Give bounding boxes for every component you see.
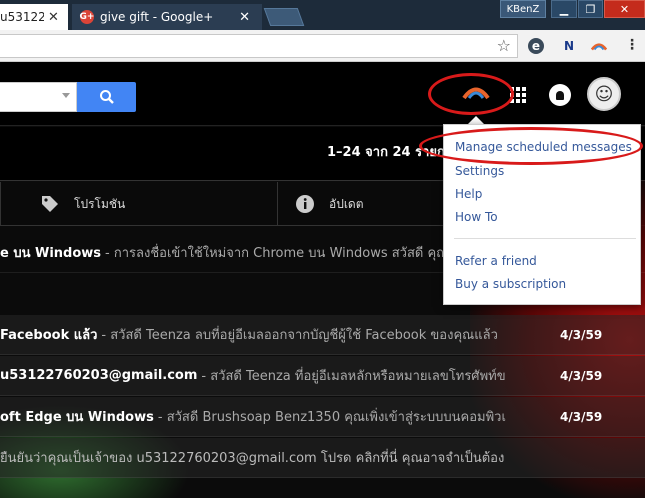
menu-item-how-to[interactable]: How To <box>455 210 498 224</box>
tab-title: give gift - Google+ <box>100 10 214 24</box>
info-icon <box>295 194 315 214</box>
boomerang-extension-icon[interactable] <box>591 38 607 54</box>
mail-date: 4/3/59 <box>560 368 603 383</box>
divider <box>277 182 278 226</box>
close-icon[interactable]: ✕ <box>239 10 250 25</box>
list-item[interactable]: u53122760203@gmail.com - สวัสดี Teenza ท… <box>0 356 645 396</box>
new-tab-button[interactable] <box>263 8 305 26</box>
window-close-button[interactable]: ✕ <box>604 0 645 18</box>
mail-snippet: - การลงชื่อเข้าใช้ใหม่จาก Chrome บน Wind… <box>105 246 449 261</box>
tab-label: โปรโมชัน <box>74 196 126 211</box>
list-item[interactable]: ยืนยันว่าคุณเป็นเจ้าของ u53122760203@gma… <box>0 438 645 478</box>
browser-toolbar: ☆ e N ⋮ <box>0 30 645 62</box>
pager-count: 1–24 จาก 24 รายการ <box>327 145 460 160</box>
menu-item-help[interactable]: Help <box>455 187 482 201</box>
mail-snippet: - สวัสดี Brushsoap Benz1350 คุณเพิ่งเข้า… <box>157 410 506 425</box>
tab-updates[interactable]: อัปเดต <box>295 182 364 226</box>
e-icon[interactable]: e <box>528 38 544 54</box>
tab-promotions[interactable]: โปรโมชัน <box>40 182 125 226</box>
mail-snippet: ยืนยันว่าคุณเป็นเจ้าของ u53122760203@gma… <box>0 451 505 466</box>
browser-menu-icon[interactable]: ⋮ <box>625 37 639 53</box>
browser-tab-2[interactable]: G+ give gift - Google+ ✕ <box>72 4 262 30</box>
menu-item-buy-subscription[interactable]: Buy a subscription <box>455 277 566 291</box>
menu-item-refer-friend[interactable]: Refer a friend <box>455 254 537 268</box>
screen: u53122 ✕ G+ give gift - Google+ ✕ KBenZ … <box>0 0 645 498</box>
close-icon[interactable]: ✕ <box>48 10 59 25</box>
search-button[interactable] <box>77 82 136 112</box>
menu-item-settings[interactable]: Settings <box>455 164 504 178</box>
browser-tab-1[interactable]: u53122 ✕ <box>0 4 68 30</box>
tab-title: u53122 <box>0 10 44 24</box>
mail-subject: Facebook แล้ว <box>0 328 98 343</box>
mail-snippet: - สวัสดี Teenza ลบที่อยู่อีเมลออกจากบัญช… <box>101 328 498 343</box>
notifications-bell-icon[interactable] <box>549 84 571 106</box>
avatar[interactable]: ☺ <box>587 77 621 111</box>
dropdown-arrow <box>468 116 484 124</box>
list-item[interactable]: oft Edge บน Windows - สวัสดี Brushsoap B… <box>0 397 645 437</box>
apps-grid-icon[interactable] <box>510 87 526 103</box>
mail-snippet: - สวัสดี Teenza ที่อยู่อีเมลหลักหรือหมาย… <box>201 369 506 384</box>
star-icon[interactable]: ☆ <box>497 36 511 55</box>
boomerang-icon[interactable] <box>462 84 490 104</box>
menu-item-manage-scheduled[interactable]: Manage scheduled messages <box>455 140 632 154</box>
google-plus-icon: G+ <box>79 10 95 24</box>
search-input[interactable] <box>0 82 77 112</box>
boomerang-menu: Manage scheduled messages Settings Help … <box>443 124 641 305</box>
mail-date: 4/3/59 <box>560 327 603 342</box>
mail-subject: oft Edge บน Windows <box>0 410 154 425</box>
mail-subject: u53122760203@gmail.com <box>0 368 198 383</box>
n-icon[interactable]: N <box>561 38 577 54</box>
search-icon <box>99 90 114 104</box>
maximize-button[interactable]: ❐ <box>578 0 603 18</box>
mail-subject: e บน Windows <box>0 246 102 261</box>
minimize-button[interactable]: ▁ <box>551 0 577 18</box>
list-item[interactable]: Facebook แล้ว - สวัสดี Teenza ลบที่อยู่อ… <box>0 315 645 355</box>
divider <box>0 182 1 226</box>
tag-icon <box>40 194 60 214</box>
tab-label: อัปเดต <box>329 196 364 211</box>
profile-chip[interactable]: KBenZ <box>500 0 546 18</box>
gmail-header: ☺ <box>0 62 645 126</box>
chevron-down-icon[interactable] <box>62 93 70 98</box>
address-bar[interactable]: ☆ <box>0 34 518 58</box>
browser-tabstrip: u53122 ✕ G+ give gift - Google+ ✕ KBenZ … <box>0 0 645 30</box>
mail-date: 4/3/59 <box>560 409 603 424</box>
menu-divider <box>454 238 636 239</box>
